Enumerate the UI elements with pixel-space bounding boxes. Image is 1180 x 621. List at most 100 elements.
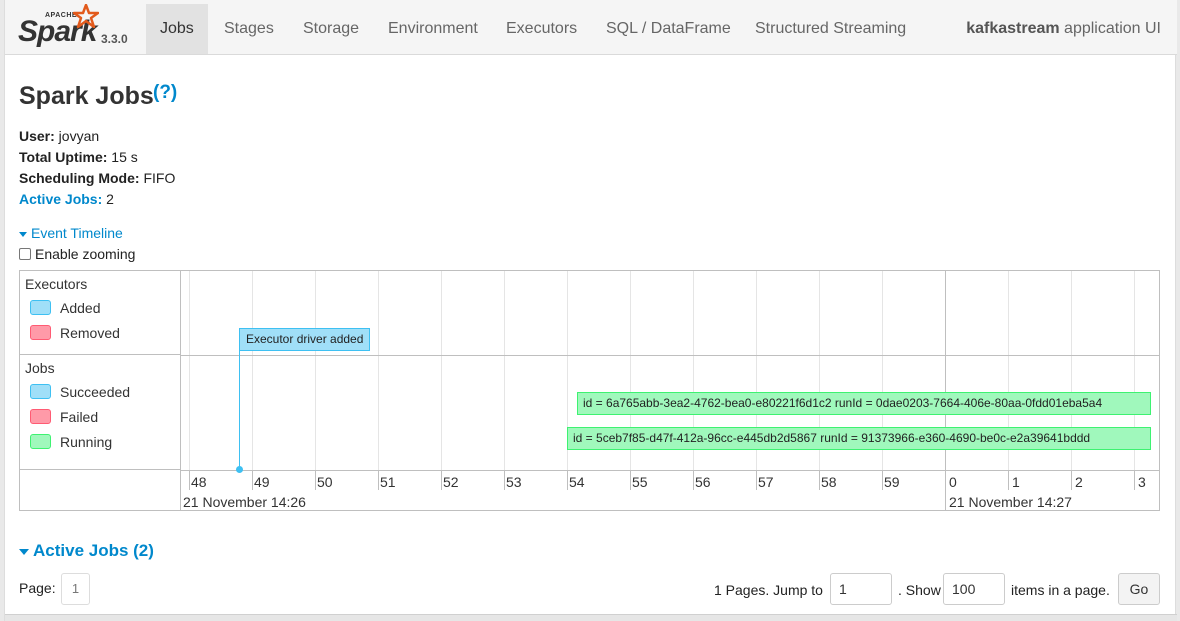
scheduling-value: FIFO xyxy=(139,170,176,186)
tick-label: 50 xyxy=(317,474,333,490)
tick-mark xyxy=(1008,470,1009,490)
timeline-groups: Executors Added Removed Jobs Succeeded F… xyxy=(20,271,181,510)
enable-zooming-row: Enable zooming xyxy=(19,246,135,262)
page-number-button[interactable]: 1 xyxy=(61,573,90,605)
legend-running-label: Running xyxy=(60,434,113,450)
legend-failed-label: Failed xyxy=(60,409,99,425)
active-jobs-toggle[interactable]: Active Jobs (2) xyxy=(19,541,154,561)
tab-storage[interactable]: Storage xyxy=(289,4,373,54)
tick-mark xyxy=(819,470,820,490)
tick-label: 51 xyxy=(380,474,396,490)
event-timeline: Executors Added Removed Jobs Succeeded F… xyxy=(19,270,1160,511)
tick-mark xyxy=(189,470,190,490)
spark-logo[interactable]: APACHE Spark 3.3.0 xyxy=(15,4,145,50)
active-jobs-heading: Active Jobs (2) xyxy=(33,541,154,560)
job-bar-running[interactable]: id = 6a765abb-3ea2-4762-bea0-e80221f6d1c… xyxy=(577,392,1151,415)
grid-line xyxy=(252,271,253,470)
tick-mark xyxy=(693,470,694,490)
event-timeline-toggle[interactable]: Event Timeline xyxy=(19,225,123,241)
legend-swatch-running xyxy=(30,434,51,449)
tick-label: 2 xyxy=(1075,474,1083,490)
grid-line xyxy=(441,271,442,470)
page-size-input[interactable]: 100 xyxy=(943,573,1005,605)
grid-line xyxy=(315,271,316,470)
legend-succeeded-label: Succeeded xyxy=(60,384,131,400)
tick-label: 57 xyxy=(758,474,774,490)
tick-mark xyxy=(504,470,505,490)
summary-scheduling: Scheduling Mode: FIFO xyxy=(19,168,175,189)
grid-line-major xyxy=(945,271,946,510)
tab-stages[interactable]: Stages xyxy=(210,4,288,54)
executors-group-label: Executors xyxy=(25,276,88,292)
caret-down-icon xyxy=(19,548,29,555)
caret-down-icon xyxy=(19,231,27,237)
uptime-value: 15 s xyxy=(107,149,138,165)
app-suffix: application UI xyxy=(1059,20,1161,37)
job-bar-running[interactable]: id = 5ceb7f85-d47f-412a-96cc-e445db2d586… xyxy=(567,427,1151,450)
legend-swatch-failed xyxy=(30,409,51,424)
tick-mark xyxy=(756,470,757,490)
tab-jobs[interactable]: Jobs xyxy=(146,4,208,54)
enable-zooming-checkbox[interactable] xyxy=(19,248,31,260)
executors-group: Executors Added Removed xyxy=(20,271,181,355)
executor-event-line xyxy=(239,351,240,469)
tick-label: 56 xyxy=(695,474,711,490)
tab-structured-streaming[interactable]: Structured Streaming xyxy=(741,4,920,54)
enable-zooming-label[interactable]: Enable zooming xyxy=(35,246,135,262)
tick-mark xyxy=(441,470,442,490)
tick-label: 0 xyxy=(949,474,957,490)
tick-label: 53 xyxy=(506,474,522,490)
tick-label: 49 xyxy=(254,474,270,490)
version-label: 3.3.0 xyxy=(101,32,128,46)
horizontal-scrollbar[interactable] xyxy=(5,614,1177,621)
show-text: . Show xyxy=(898,582,941,598)
group-divider xyxy=(181,355,1159,356)
executor-driver-added-event[interactable]: Executor driver added xyxy=(239,328,371,351)
jobs-group-label: Jobs xyxy=(25,360,55,376)
tab-executors[interactable]: Executors xyxy=(492,4,591,54)
tick-mark xyxy=(1071,470,1072,490)
jobs-group: Jobs Succeeded Failed Running xyxy=(20,355,181,470)
go-button[interactable]: Go xyxy=(1118,573,1160,605)
tick-label: 1 xyxy=(1012,474,1020,490)
tick-label: 58 xyxy=(821,474,837,490)
executor-event-dot xyxy=(236,466,243,473)
tick-label: 59 xyxy=(884,474,900,490)
axis-divider xyxy=(181,470,1159,471)
tick-label: 52 xyxy=(443,474,459,490)
tab-sql-dataframe[interactable]: SQL / DataFrame xyxy=(592,4,745,54)
timeline-canvas[interactable]: 48 49 50 51 52 53 54 55 56 57 58 59 0 1 … xyxy=(181,271,1159,510)
app-window: APACHE Spark 3.3.0 Jobs Stages Storage E… xyxy=(4,0,1177,621)
user-label: User: xyxy=(19,128,55,144)
user-value: jovyan xyxy=(54,128,100,144)
legend-swatch-removed xyxy=(30,325,51,340)
legend-removed-label: Removed xyxy=(60,325,120,341)
tick-mark xyxy=(252,470,253,490)
items-text: items in a page. xyxy=(1011,582,1110,598)
active-jobs-link[interactable]: Active Jobs: xyxy=(19,191,102,207)
help-link[interactable]: (?) xyxy=(153,82,177,104)
tick-label: 3 xyxy=(1138,474,1146,490)
summary-uptime: Total Uptime: 15 s xyxy=(19,147,175,168)
tick-mark xyxy=(630,470,631,490)
tick-mark xyxy=(567,470,568,490)
scheduling-label: Scheduling Mode: xyxy=(19,170,140,186)
tick-label: 55 xyxy=(632,474,648,490)
page-label: Page: xyxy=(19,580,56,596)
tick-mark xyxy=(315,470,316,490)
app-title: kafkastream application UI xyxy=(966,4,1161,54)
uptime-label: Total Uptime: xyxy=(19,149,108,165)
grid-line xyxy=(189,271,190,470)
event-timeline-label: Event Timeline xyxy=(31,225,123,241)
tick-label: 48 xyxy=(191,474,207,490)
navbar: APACHE Spark 3.3.0 Jobs Stages Storage E… xyxy=(5,0,1177,55)
active-jobs-value: 2 xyxy=(102,191,114,207)
spark-star-icon xyxy=(73,4,99,28)
pagination-controls: 1 Pages. Jump to 1 . Show 100 items in a… xyxy=(714,573,1161,605)
tab-environment[interactable]: Environment xyxy=(374,4,492,54)
pages-text: 1 Pages. Jump to xyxy=(714,582,823,598)
date-label-1427: 21 November 14:27 xyxy=(949,494,1072,510)
jump-to-page-input[interactable]: 1 xyxy=(830,573,892,605)
grid-line xyxy=(378,271,379,470)
legend-swatch-succeeded xyxy=(30,384,51,399)
